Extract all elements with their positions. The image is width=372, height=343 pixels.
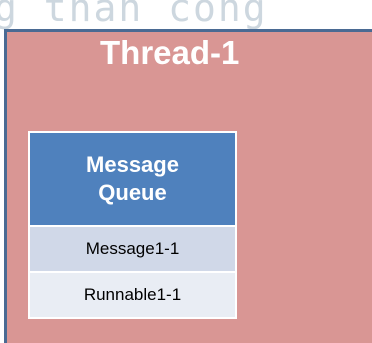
message-queue: Message Queue Message1-1 Runnable1-1 xyxy=(28,131,237,319)
queue-title-line2: Queue xyxy=(98,180,167,205)
queue-title-line1: Message xyxy=(86,152,179,177)
queue-item-message: Message1-1 xyxy=(28,227,237,273)
thread-title: Thread-1 xyxy=(100,34,240,71)
watermark-text: g than cong xyxy=(0,0,268,30)
message-queue-header: Message Queue xyxy=(28,131,237,227)
diagram-canvas: g than cong Thread-1 Message Queue Messa… xyxy=(0,0,372,343)
queue-item-runnable: Runnable1-1 xyxy=(28,273,237,319)
